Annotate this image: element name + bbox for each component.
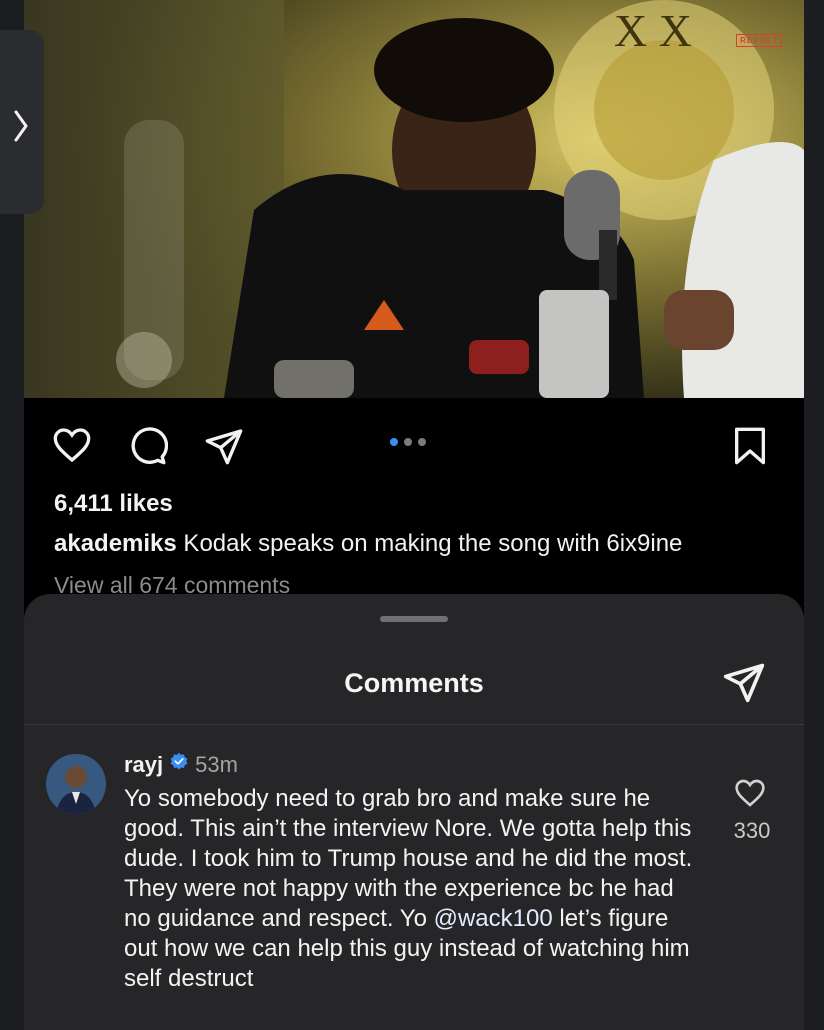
chevron-right-icon bbox=[14, 110, 28, 142]
bookmark-icon[interactable] bbox=[730, 426, 770, 471]
comment-time: 53m bbox=[195, 752, 238, 777]
post-card: X X REVOLT 6,411 likes akademiks Kodak s… bbox=[24, 0, 804, 640]
caption-text: Kodak speaks on making the song with 6ix… bbox=[176, 530, 683, 557]
sheet-title: Comments bbox=[344, 668, 484, 698]
comment-header: rayj 53m bbox=[124, 752, 238, 778]
comment-username[interactable]: rayj bbox=[124, 752, 163, 778]
divider bbox=[24, 724, 804, 725]
heart-icon[interactable] bbox=[52, 426, 92, 469]
likes-count[interactable]: 6,411 likes bbox=[54, 490, 173, 518]
side-panel-toggle[interactable] bbox=[0, 30, 44, 214]
share-icon[interactable] bbox=[204, 426, 244, 471]
comment-icon[interactable] bbox=[128, 426, 169, 471]
caption-username[interactable]: akademiks bbox=[54, 530, 177, 557]
share-icon[interactable] bbox=[722, 660, 766, 709]
post-photo-illustration: X X bbox=[24, 0, 804, 398]
carousel-dot bbox=[390, 438, 398, 446]
action-bar bbox=[24, 420, 804, 470]
right-gutter bbox=[804, 0, 824, 1030]
revolt-watermark: REVOLT bbox=[736, 34, 782, 47]
carousel-indicator bbox=[390, 438, 426, 446]
svg-text:X X: X X bbox=[614, 5, 692, 56]
comment-like-count: 330 bbox=[733, 818, 771, 843]
post-image[interactable]: X X REVOLT bbox=[24, 0, 804, 398]
post-caption: akademiks Kodak speaks on making the son… bbox=[54, 530, 682, 558]
mention-link[interactable]: @wack100 bbox=[434, 905, 553, 932]
carousel-dot bbox=[404, 438, 412, 446]
verified-badge-icon bbox=[169, 752, 189, 778]
comments-sheet: Comments rayj 53m Yo somebody need to gr… bbox=[24, 594, 804, 1030]
carousel-dot bbox=[418, 438, 426, 446]
comment-text: Yo somebody need to grab bro and make su… bbox=[124, 784, 704, 994]
heart-icon[interactable] bbox=[734, 778, 766, 813]
sheet-grabber[interactable] bbox=[380, 616, 448, 622]
avatar[interactable] bbox=[46, 754, 106, 814]
